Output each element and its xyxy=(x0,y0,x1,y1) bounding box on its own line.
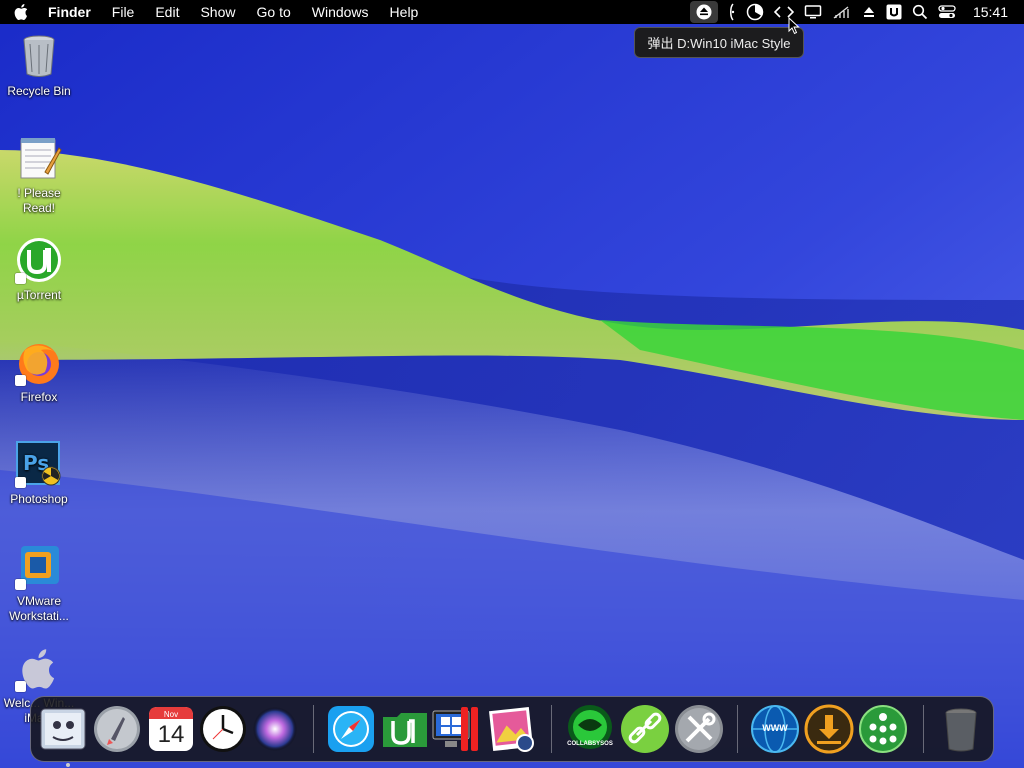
desktop-icon-please-read[interactable]: ! Please Read! xyxy=(0,134,78,216)
brightness-icon[interactable] xyxy=(728,0,736,24)
shortcut-arrow-icon xyxy=(15,273,26,284)
utorrent-icon[interactable] xyxy=(379,703,431,755)
desktop-icon-photoshop[interactable]: Ps Photoshop xyxy=(0,440,78,507)
apple-logo-icon[interactable] xyxy=(14,4,30,20)
collabsysos-icon[interactable]: COLLABSYSOS xyxy=(564,703,616,755)
menu-help[interactable]: Help xyxy=(390,4,419,20)
running-indicator xyxy=(66,763,70,767)
photoshop-icon: Ps xyxy=(15,440,63,488)
dock-separator xyxy=(313,705,314,753)
desktop-icon-firefox[interactable]: Firefox xyxy=(0,338,78,405)
menu-go-to[interactable]: Go to xyxy=(257,4,291,20)
trash-icon[interactable] xyxy=(935,703,987,755)
calendar-month: Nov xyxy=(163,710,179,719)
display-icon[interactable] xyxy=(804,0,822,24)
www-label: WWW xyxy=(762,723,788,733)
link-icon[interactable] xyxy=(619,703,671,755)
mouse-cursor-icon xyxy=(788,17,800,35)
notepad-icon xyxy=(15,134,63,182)
desktop-icon-label: VMware Workstati... xyxy=(9,594,69,623)
menu-clock[interactable]: 15:41 xyxy=(973,4,1008,20)
finder-icon[interactable] xyxy=(37,703,89,767)
menu-bar: Finder File Edit Show Go to Windows Help xyxy=(0,0,1024,24)
dock-separator xyxy=(737,705,738,753)
parallels-icon[interactable] xyxy=(431,703,483,755)
download-icon[interactable] xyxy=(803,703,855,755)
utorrent-icon xyxy=(15,236,63,284)
shortcut-arrow-icon xyxy=(15,477,26,488)
menu-app-finder[interactable]: Finder xyxy=(48,4,91,20)
desktop-icon-label: Photoshop xyxy=(10,492,68,506)
eject-tooltip: 弹出 D:Win10 iMac Style xyxy=(634,27,804,58)
dock-separator xyxy=(551,705,552,753)
desktop-icon-label: Firefox xyxy=(20,390,58,404)
menu-windows[interactable]: Windows xyxy=(312,4,369,20)
shortcut-arrow-icon xyxy=(15,681,26,692)
menu-show[interactable]: Show xyxy=(200,4,235,20)
recycle-bin-icon xyxy=(15,32,63,80)
desktop-icon-label: ! Please Read! xyxy=(17,186,61,215)
clock-icon[interactable] xyxy=(197,703,249,755)
dock-separator xyxy=(923,705,924,753)
desktop-wallpaper xyxy=(0,0,1024,768)
desktop-icon-recycle-bin[interactable]: Recycle Bin xyxy=(0,32,78,99)
safari-icon[interactable] xyxy=(325,703,377,755)
desktop-icon-utorrent[interactable]: µTorrent xyxy=(0,236,78,303)
menu-file[interactable]: File xyxy=(112,4,135,20)
dock: Nov 14 COLLABSYSOS WWW xyxy=(30,696,994,767)
firefox-icon xyxy=(15,338,63,386)
tools-icon[interactable] xyxy=(673,703,725,755)
apple-logo-icon xyxy=(15,644,63,692)
shortcut-arrow-icon xyxy=(15,579,26,590)
u-icon[interactable] xyxy=(886,0,902,24)
eject-icon[interactable] xyxy=(689,1,718,23)
network-icon[interactable] xyxy=(857,703,909,755)
menu-edit[interactable]: Edit xyxy=(155,4,179,20)
desktop-icon-vmware[interactable]: VMware Workstati... xyxy=(0,542,78,624)
control-center-icon[interactable] xyxy=(938,0,956,24)
calendar-icon[interactable]: Nov 14 xyxy=(145,703,197,755)
desktop-icon-label: µTorrent xyxy=(16,288,62,302)
photo-viewer-icon[interactable] xyxy=(485,703,537,755)
shortcut-arrow-icon xyxy=(15,375,26,386)
no-wifi-icon[interactable] xyxy=(832,0,852,24)
calendar-day: 14 xyxy=(157,721,185,748)
launchpad-icon[interactable] xyxy=(91,703,143,755)
vmware-icon xyxy=(15,542,63,590)
eject-small-icon[interactable] xyxy=(862,0,876,24)
pie-chart-icon[interactable] xyxy=(746,0,764,24)
desktop-icon-label: Recycle Bin xyxy=(7,84,71,98)
www-globe-icon[interactable]: WWW xyxy=(749,703,801,755)
search-icon[interactable] xyxy=(912,0,928,24)
collabsysos-label: COLLABSYSOS xyxy=(567,741,613,747)
siri-icon[interactable] xyxy=(249,703,301,755)
